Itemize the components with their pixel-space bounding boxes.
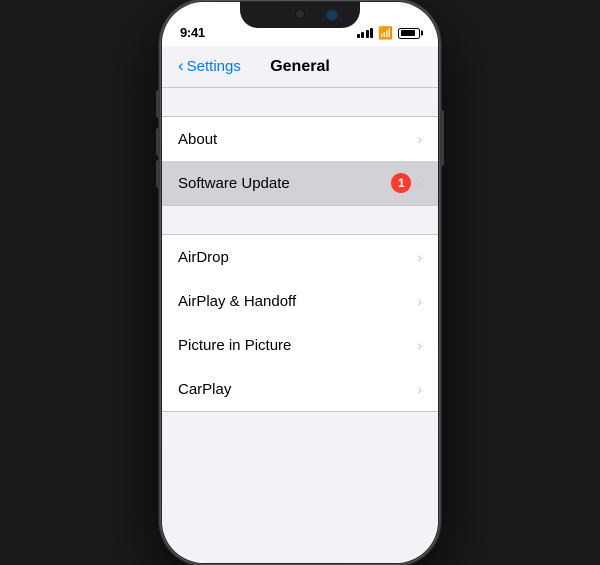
settings-row-software-update[interactable]: Software Update 1 › bbox=[162, 161, 438, 205]
section-gap-1 bbox=[162, 88, 438, 116]
settings-row-picture-in-picture[interactable]: Picture in Picture › bbox=[162, 323, 438, 367]
status-time: 9:41 bbox=[180, 25, 205, 40]
navigation-bar: ‹ Settings General bbox=[162, 46, 438, 88]
software-update-badge: 1 bbox=[391, 173, 411, 193]
wifi-icon: 📶 bbox=[378, 26, 393, 40]
signal-bar-2 bbox=[361, 32, 364, 38]
airdrop-chevron-icon: › bbox=[417, 249, 422, 265]
picture-in-picture-chevron-icon: › bbox=[417, 337, 422, 353]
back-label: Settings bbox=[187, 58, 241, 75]
picture-in-picture-row-right: › bbox=[417, 337, 422, 353]
carplay-label: CarPlay bbox=[178, 381, 417, 398]
software-update-row-right: 1 › bbox=[391, 173, 422, 193]
airplay-row-right: › bbox=[417, 293, 422, 309]
back-button[interactable]: ‹ Settings bbox=[178, 57, 241, 76]
notch bbox=[240, 2, 360, 28]
settings-row-carplay[interactable]: CarPlay › bbox=[162, 367, 438, 411]
section-gap-2 bbox=[162, 206, 438, 234]
settings-row-airplay[interactable]: AirPlay & Handoff › bbox=[162, 279, 438, 323]
settings-group-2: AirDrop › AirPlay & Handoff › bbox=[162, 234, 438, 412]
airplay-chevron-icon: › bbox=[417, 293, 422, 309]
picture-in-picture-label: Picture in Picture bbox=[178, 337, 417, 354]
battery-body bbox=[398, 28, 420, 39]
about-chevron-icon: › bbox=[417, 131, 422, 147]
airdrop-label: AirDrop bbox=[178, 249, 417, 266]
about-label: About bbox=[178, 131, 417, 148]
about-row-right: › bbox=[417, 131, 422, 147]
battery-icon bbox=[398, 28, 420, 39]
settings-group-1: About › Software Update 1 › bbox=[162, 116, 438, 206]
phone-screen: 9:41 📶 bbox=[162, 2, 438, 563]
carplay-chevron-icon: › bbox=[417, 381, 422, 397]
signal-bar-4 bbox=[370, 28, 373, 38]
phone-frame: 9:41 📶 bbox=[160, 0, 440, 565]
battery-fill bbox=[401, 30, 415, 36]
carplay-row-right: › bbox=[417, 381, 422, 397]
back-chevron-icon: ‹ bbox=[178, 56, 184, 76]
settings-row-airdrop[interactable]: AirDrop › bbox=[162, 235, 438, 279]
settings-content: About › Software Update 1 › bbox=[162, 88, 438, 412]
page-title: General bbox=[270, 58, 330, 76]
status-icons: 📶 bbox=[357, 26, 420, 40]
signal-bar-1 bbox=[357, 34, 360, 38]
settings-row-about[interactable]: About › bbox=[162, 117, 438, 161]
airdrop-row-right: › bbox=[417, 249, 422, 265]
software-update-label: Software Update bbox=[178, 175, 391, 192]
software-update-chevron-icon: › bbox=[417, 175, 422, 191]
signal-bars-icon bbox=[357, 28, 374, 38]
screen-content: 9:41 📶 bbox=[162, 2, 438, 563]
signal-bar-3 bbox=[366, 30, 369, 38]
airplay-label: AirPlay & Handoff bbox=[178, 293, 417, 310]
